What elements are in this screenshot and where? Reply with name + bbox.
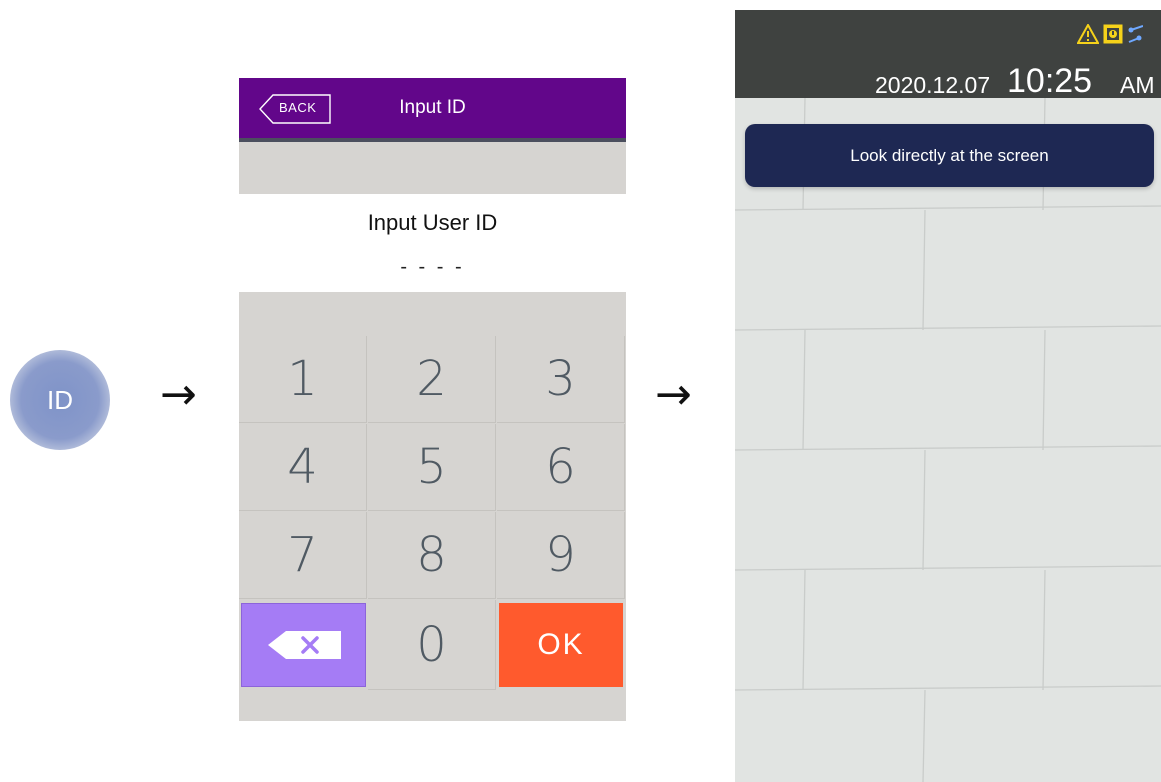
key-4[interactable]: 4 — [239, 424, 367, 511]
alert-icon — [1103, 24, 1123, 44]
arrow-right-icon: → — [160, 369, 197, 420]
key-8[interactable]: 8 — [368, 512, 496, 599]
status-icons — [1077, 24, 1143, 46]
warning-icon — [1077, 24, 1099, 44]
instruction-text: Look directly at the screen — [850, 145, 1049, 165]
key-5[interactable]: 5 — [368, 424, 496, 511]
key-1[interactable]: 1 — [239, 336, 367, 423]
page-title: Input ID — [399, 97, 466, 118]
key-ok[interactable]: OK — [499, 603, 623, 687]
key-6[interactable]: 6 — [497, 424, 625, 511]
prompt-label: Input User ID — [367, 210, 498, 235]
network-icon — [1128, 25, 1143, 43]
input-id-screen: BACK Input ID Input User ID - - - - 1 2 … — [239, 78, 626, 721]
status-date: 2020.12.07 — [875, 72, 991, 98]
status-time: 10:25 — [1007, 62, 1093, 100]
header-spacer — [239, 142, 626, 194]
backspace-icon — [267, 631, 341, 659]
face-capture-screen: 2020.12.07 10:25 AM Look directly at the… — [735, 10, 1161, 782]
keypad: 1 2 3 4 5 6 7 8 9 0 OK — [239, 292, 626, 721]
id-label: ID — [47, 384, 73, 415]
key-0[interactable]: 0 — [368, 600, 496, 690]
instruction-banner: Look directly at the screen — [745, 124, 1154, 187]
status-ampm: AM — [1120, 72, 1155, 98]
key-3[interactable]: 3 — [497, 336, 625, 423]
key-2[interactable]: 2 — [368, 336, 496, 423]
key-9[interactable]: 9 — [497, 512, 625, 599]
key-7[interactable]: 7 — [239, 512, 367, 599]
arrow-right-icon: → — [655, 369, 692, 420]
key-backspace[interactable] — [241, 603, 366, 687]
id-input-display[interactable]: - - - - — [239, 256, 626, 279]
id-auth-icon: ID — [10, 350, 110, 450]
camera-preview — [735, 98, 1161, 782]
